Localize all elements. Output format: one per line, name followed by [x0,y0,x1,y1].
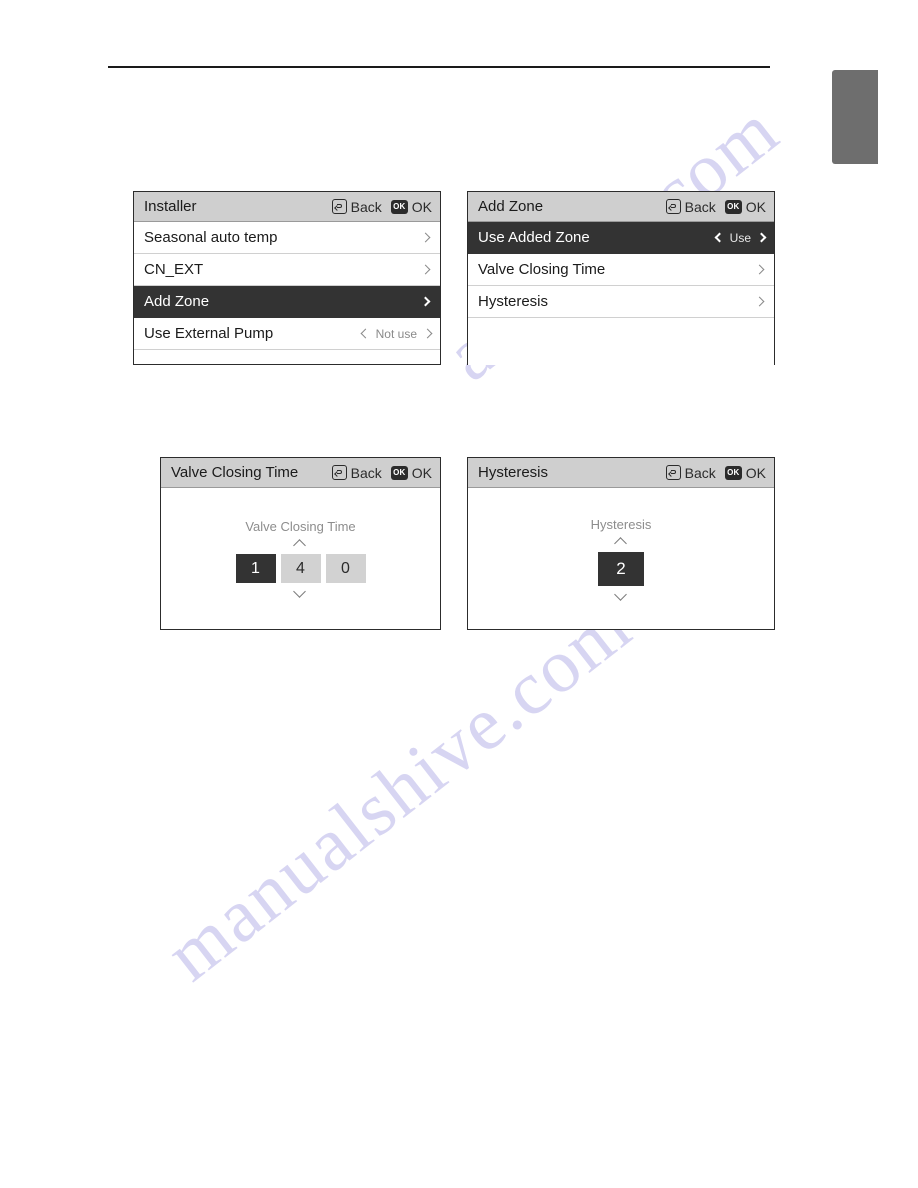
value-stepper: Valve Closing Time 1 4 0 [161,488,440,630]
list-item[interactable]: Hysteresis [468,286,774,318]
list-item-label: Use Added Zone [478,229,590,246]
list-item-label: CN_EXT [144,261,204,278]
header-actions: Back OK OK [665,198,766,215]
chevron-down-icon[interactable] [294,586,307,599]
screen-title: Add Zone [478,198,544,215]
list-item[interactable]: CN_EXT [134,254,440,286]
enter-submenu-icon[interactable] [754,264,765,275]
screen-list: Seasonal auto temp CN_EXT Add Zone Use E… [134,222,440,361]
value-spinner[interactable]: Not use [360,326,433,341]
header-actions: Back OK OK [665,464,766,481]
back-button[interactable]: Back [665,464,716,481]
page-watermark: archive.com manualshive.com [0,0,918,1188]
back-arrow-icon [665,465,681,480]
screen-header: Valve Closing Time Back OK OK [161,458,440,488]
chevron-right-icon [422,328,433,339]
header-actions: Back OK OK [331,464,432,481]
back-label: Back [684,198,716,215]
value-spinner[interactable]: Use [714,230,767,245]
screen-title: Valve Closing Time [171,464,299,481]
list-item[interactable]: Valve Closing Time [468,254,774,286]
list-item-selected[interactable]: Add Zone [134,286,440,318]
chevron-up-icon[interactable] [294,538,307,551]
list-item-label: Seasonal auto temp [144,229,278,246]
digit-group: 2 [598,551,644,586]
screen-list: Use Added Zone Use Valve Closing Time Hy… [468,222,774,365]
screen-hysteresis: Hysteresis Back OK OK Hysteresis 2 [467,457,775,630]
ok-label: OK [411,198,432,215]
list-item-label: Valve Closing Time [478,261,606,278]
back-label: Back [350,198,382,215]
ok-button[interactable]: OK OK [724,198,766,215]
list-empty-slot [134,350,440,361]
screen-content: Hysteresis 2 [468,488,774,630]
stepper-controls: 2 [598,536,644,602]
chevron-left-icon [360,328,371,339]
back-button[interactable]: Back [665,198,716,215]
back-label: Back [684,464,716,481]
digit-cell[interactable]: 4 [280,554,321,583]
chevron-left-icon [714,232,725,243]
list-item-label: Add Zone [144,293,210,310]
chevron-down-icon[interactable] [615,589,628,602]
enter-submenu-icon[interactable] [420,264,431,275]
ok-label: OK [745,464,766,481]
screen-content: Valve Closing Time 1 4 0 [161,488,440,630]
ok-key-icon: OK [724,465,742,480]
stepper-caption: Hysteresis [590,516,652,532]
page-section-tab [832,70,878,164]
back-arrow-icon [331,199,347,214]
back-button[interactable]: Back [331,198,382,215]
ok-button[interactable]: OK OK [390,198,432,215]
chevron-right-icon [756,232,767,243]
digit-cell[interactable]: 0 [325,554,366,583]
list-item-label: Hysteresis [478,293,549,310]
back-arrow-icon [665,199,681,214]
enter-submenu-icon[interactable] [754,296,765,307]
screen-header: Add Zone Back OK OK [468,192,774,222]
screen-title: Hysteresis [478,464,549,481]
ok-key-icon: OK [390,199,408,214]
back-arrow-icon [331,465,347,480]
digit-cell[interactable]: 1 [235,554,276,583]
watermark-text-lower: manualshive.com [150,583,647,997]
ok-label: OK [745,198,766,215]
enter-submenu-icon[interactable] [420,232,431,243]
page-header-rule [108,66,770,68]
screen-add-zone: Add Zone Back OK OK Use Added Zone Use V… [467,191,775,365]
list-item-selected[interactable]: Use Added Zone Use [468,222,774,254]
list-item[interactable]: Seasonal auto temp [134,222,440,254]
screen-header: Installer Back OK OK [134,192,440,222]
ok-key-icon: OK [724,199,742,214]
stepper-controls: 1 4 0 [235,538,366,599]
digit-cell[interactable]: 2 [598,551,644,586]
header-actions: Back OK OK [331,198,432,215]
back-label: Back [350,464,382,481]
list-item-label: Use External Pump [144,325,274,342]
screen-header: Hysteresis Back OK OK [468,458,774,488]
screen-valve-closing-time: Valve Closing Time Back OK OK Valve Clos… [160,457,441,630]
ok-key-icon: OK [390,465,408,480]
ok-label: OK [411,464,432,481]
digit-group: 1 4 0 [235,554,366,583]
back-button[interactable]: Back [331,464,382,481]
chevron-up-icon[interactable] [615,536,628,549]
list-item-value: Use [729,230,751,245]
list-item-value: Not use [375,326,417,341]
list-empty-slot [468,318,774,365]
value-stepper: Hysteresis 2 [468,488,774,630]
screen-title: Installer [144,198,197,215]
ok-button[interactable]: OK OK [724,464,766,481]
ok-button[interactable]: OK OK [390,464,432,481]
list-item[interactable]: Use External Pump Not use [134,318,440,350]
enter-submenu-icon[interactable] [420,296,431,307]
stepper-caption: Valve Closing Time [245,519,356,534]
screen-installer: Installer Back OK OK Seasonal auto temp … [133,191,441,365]
